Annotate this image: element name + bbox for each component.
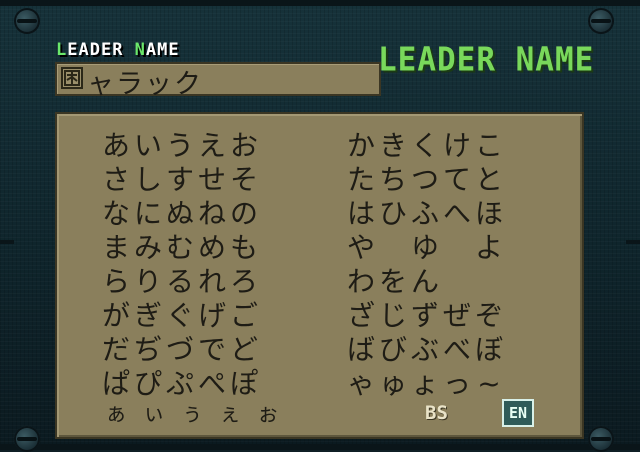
- kana-key[interactable]: ふ: [409, 200, 441, 228]
- kana-key[interactable]: た: [345, 166, 377, 194]
- kana-key[interactable]: つ: [409, 166, 441, 194]
- kana-key[interactable]: ね: [196, 200, 228, 228]
- kana-key[interactable]: お: [228, 132, 260, 160]
- kana-key[interactable]: ま: [100, 234, 132, 262]
- kana-key[interactable]: わ: [345, 268, 377, 296]
- leader-name-label: LEADER NAME: [56, 40, 180, 60]
- kana-key[interactable]: や: [345, 234, 377, 262]
- kana-key[interactable]: う: [164, 132, 196, 160]
- kana-key[interactable]: い: [132, 132, 164, 160]
- small-kana-key[interactable]: ぅ: [176, 404, 208, 426]
- kana-key[interactable]: ら: [100, 268, 132, 296]
- kana-key[interactable]: ゆ: [409, 234, 441, 262]
- kana-key[interactable]: ば: [345, 336, 377, 364]
- frame-seam-left: [0, 240, 14, 244]
- kana-key[interactable]: じ: [377, 302, 409, 330]
- kana-key[interactable]: く: [409, 132, 441, 160]
- kana-key[interactable]: で: [196, 336, 228, 364]
- kana-key[interactable]: ぶ: [409, 336, 441, 364]
- kana-key[interactable]: ぐ: [164, 302, 196, 330]
- kana-key[interactable]: ぺ: [196, 370, 228, 398]
- kana-key[interactable]: び: [377, 336, 409, 364]
- page-title: LEADER NAME: [378, 41, 595, 79]
- kana-key[interactable]: が: [100, 302, 132, 330]
- kana-key[interactable]: ず: [409, 302, 441, 330]
- kana-key[interactable]: べ: [441, 336, 473, 364]
- kana-key[interactable]: え: [196, 132, 228, 160]
- kana-key[interactable]: に: [132, 200, 164, 228]
- kana-key[interactable]: な: [100, 200, 132, 228]
- kana-key[interactable]: ん: [409, 268, 441, 296]
- kana-key[interactable]: き: [377, 132, 409, 160]
- kana-key[interactable]: し: [132, 166, 164, 194]
- name-entry-value: ャラック: [87, 69, 203, 100]
- kana-key[interactable]: か: [345, 132, 377, 160]
- rivet-icon: [588, 426, 614, 452]
- kana-key[interactable]: ろ: [228, 268, 260, 296]
- kana-key[interactable]: め: [196, 234, 228, 262]
- kana-key[interactable]: そ: [228, 166, 260, 194]
- kana-key[interactable]: を: [377, 268, 409, 296]
- small-kana-key[interactable]: ぃ: [138, 404, 170, 426]
- kana-key[interactable]: け: [441, 132, 473, 160]
- kana-key[interactable]: て: [441, 166, 473, 194]
- kana-key[interactable]: せ: [196, 166, 228, 194]
- kana-key[interactable]: む: [164, 234, 196, 262]
- kana-key[interactable]: ゅ: [377, 370, 409, 398]
- kana-key[interactable]: も: [228, 234, 260, 262]
- end-button[interactable]: EN: [502, 399, 534, 427]
- kana-key[interactable]: れ: [196, 268, 228, 296]
- kana-key[interactable]: ほ: [473, 200, 505, 228]
- rivet-icon: [14, 426, 40, 452]
- cursor-glyph-icon: [61, 67, 83, 89]
- kana-key[interactable]: ぼ: [473, 336, 505, 364]
- kana-key[interactable]: ぎ: [132, 302, 164, 330]
- kana-key[interactable]: ど: [228, 336, 260, 364]
- kana-key[interactable]: ぬ: [164, 200, 196, 228]
- rivet-icon: [14, 8, 40, 34]
- frame-top: [0, 0, 640, 6]
- kana-key[interactable]: へ: [441, 200, 473, 228]
- kana-key[interactable]: み: [132, 234, 164, 262]
- kana-key[interactable]: ぷ: [164, 370, 196, 398]
- kana-key[interactable]: っ: [441, 370, 473, 398]
- kana-key[interactable]: ち: [377, 166, 409, 194]
- kana-key[interactable]: る: [164, 268, 196, 296]
- kana-key[interactable]: ~: [473, 370, 505, 398]
- kana-key[interactable]: の: [228, 200, 260, 228]
- kana-key[interactable]: ぴ: [132, 370, 164, 398]
- kana-key[interactable]: げ: [196, 302, 228, 330]
- kana-key[interactable]: あ: [100, 132, 132, 160]
- kana-key[interactable]: す: [164, 166, 196, 194]
- rivet-icon: [588, 8, 614, 34]
- frame-seam-right: [626, 240, 640, 244]
- small-kana-key[interactable]: ぁ: [100, 404, 132, 426]
- kana-key[interactable]: づ: [164, 336, 196, 364]
- small-kana-key[interactable]: ぇ: [214, 404, 246, 426]
- kana-key[interactable]: よ: [473, 234, 505, 262]
- kana-key[interactable]: ざ: [345, 302, 377, 330]
- kana-key[interactable]: ぽ: [228, 370, 260, 398]
- kana-keyboard-panel: BS EN あいうえお かきくけこさしすせそ たちつてとなにぬねの はひふへほまみむめ…: [55, 112, 584, 439]
- kana-key[interactable]: ぞ: [473, 302, 505, 330]
- kana-key[interactable]: ゃ: [345, 370, 377, 398]
- kana-key[interactable]: さ: [100, 166, 132, 194]
- kana-key[interactable]: り: [132, 268, 164, 296]
- kana-key[interactable]: だ: [100, 336, 132, 364]
- backspace-button[interactable]: BS: [425, 402, 448, 424]
- kana-key[interactable]: ぜ: [441, 302, 473, 330]
- kana-key[interactable]: ひ: [377, 200, 409, 228]
- kana-key[interactable]: ご: [228, 302, 260, 330]
- kana-key[interactable]: こ: [473, 132, 505, 160]
- kana-key[interactable]: は: [345, 200, 377, 228]
- kana-key[interactable]: と: [473, 166, 505, 194]
- kana-key[interactable]: ぱ: [100, 370, 132, 398]
- kana-key[interactable]: ぢ: [132, 336, 164, 364]
- frame-bottom: [0, 444, 640, 450]
- name-entry-field[interactable]: ャラック: [55, 62, 381, 100]
- small-kana-key[interactable]: ぉ: [252, 404, 284, 426]
- kana-key[interactable]: ょ: [409, 370, 441, 398]
